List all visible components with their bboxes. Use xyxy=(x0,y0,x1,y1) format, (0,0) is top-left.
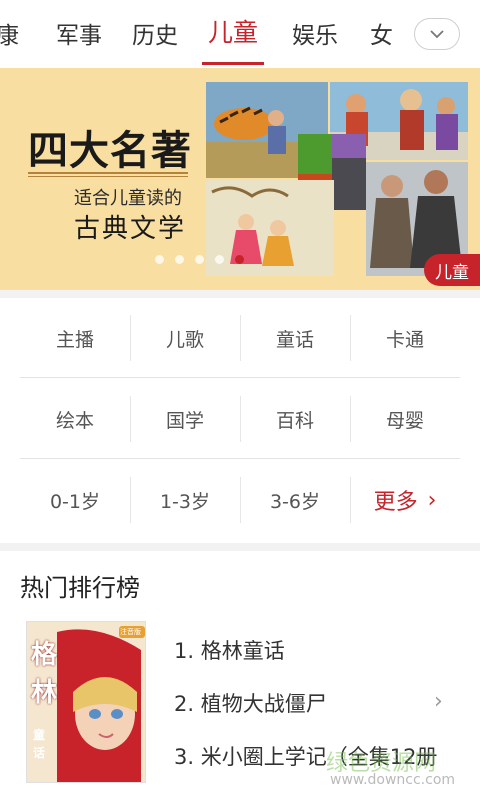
carousel-dot-active[interactable] xyxy=(235,255,244,264)
carousel-dot[interactable] xyxy=(195,255,204,264)
category-mother-baby[interactable]: 母婴 xyxy=(350,379,460,459)
category-encyclopedia[interactable]: 百科 xyxy=(240,379,350,459)
carousel-dot[interactable] xyxy=(215,255,224,264)
category-row: 主播 儿歌 童话 卡通 xyxy=(20,298,460,378)
chevron-down-icon xyxy=(430,30,444,39)
more-tabs-button[interactable] xyxy=(414,18,460,50)
banner-divider-thin xyxy=(28,176,188,177)
carousel-dot[interactable] xyxy=(155,255,164,264)
more-categories-button[interactable]: 更多 › xyxy=(350,460,460,540)
book-cover-subtitle: 童话 xyxy=(33,728,46,760)
category-picture-books[interactable]: 绘本 xyxy=(20,379,130,459)
carousel-dot[interactable] xyxy=(175,255,184,264)
banner-subtitle: 适合儿童读的 xyxy=(74,188,182,209)
tab-children[interactable]: 儿童 xyxy=(208,13,258,49)
category-fairy-tales[interactable]: 童话 xyxy=(240,298,350,378)
active-tab-indicator xyxy=(202,62,264,65)
book-cover-image[interactable]: 格林 童话 注音版 xyxy=(26,621,146,783)
tab-entertainment[interactable]: 娱乐 xyxy=(292,16,338,50)
banner-carousel[interactable]: 四大名著 适合儿童读的 古典文学 儿童 xyxy=(0,68,480,290)
category-classics[interactable]: 国学 xyxy=(130,379,240,459)
more-label: 更多 xyxy=(373,490,418,515)
book-cover-badge: 注音版 xyxy=(120,628,141,636)
ranking-item[interactable]: 1. 格林童话 xyxy=(174,635,285,665)
book-cover-title: 格林 xyxy=(31,640,58,708)
chevron-right-icon[interactable]: › xyxy=(434,689,443,714)
category-age-0-1[interactable]: 0-1岁 xyxy=(20,460,130,540)
category-age-1-3[interactable]: 1-3岁 xyxy=(130,460,240,540)
category-anchor[interactable]: 主播 xyxy=(20,298,130,378)
tab-history[interactable]: 历史 xyxy=(132,16,178,50)
category-row: 0-1岁 1-3岁 3-6岁 更多 › xyxy=(20,460,460,540)
ranking-item[interactable]: 2. 植物大战僵尸 xyxy=(174,688,327,718)
category-grid: 主播 儿歌 童话 卡通 绘本 国学 百科 母婴 0-1岁 1-3岁 3-6岁 更… xyxy=(0,298,480,543)
category-tab-bar: 康 军事 历史 儿童 娱乐 女 xyxy=(0,0,480,68)
section-title: 热门排行榜 xyxy=(20,574,140,602)
category-age-3-6[interactable]: 3-6岁 xyxy=(240,460,350,540)
banner-category-tag: 儿童 xyxy=(424,254,480,286)
chevron-right-icon: › xyxy=(427,487,437,513)
tab-health[interactable]: 康 xyxy=(0,16,19,50)
category-row: 绘本 国学 百科 母婴 xyxy=(20,379,460,459)
banner-divider xyxy=(28,172,188,174)
banner-illustration xyxy=(206,82,468,276)
carousel-indicators xyxy=(155,255,244,264)
watermark-url: www.downcc.com xyxy=(330,772,456,788)
tab-military[interactable]: 军事 xyxy=(56,16,102,50)
banner-subtitle-main: 古典文学 xyxy=(74,214,187,244)
category-cartoon[interactable]: 卡通 xyxy=(350,298,460,378)
banner-title: 四大名著 xyxy=(28,127,192,174)
category-nursery-rhymes[interactable]: 儿歌 xyxy=(130,298,240,378)
